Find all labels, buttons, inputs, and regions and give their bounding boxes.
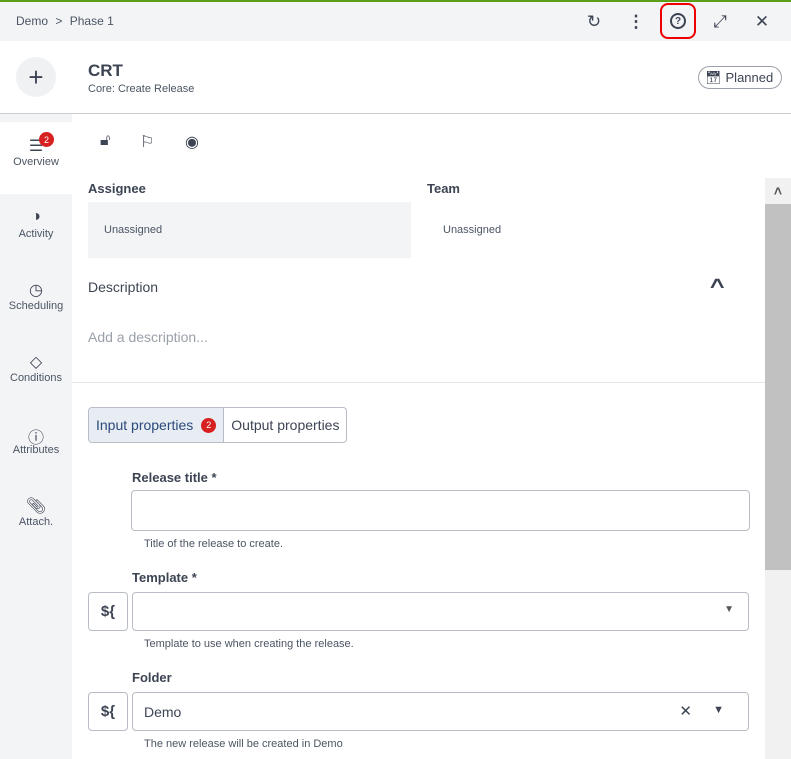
calendar-icon: 📅︎ bbox=[705, 69, 722, 85]
sidebar-item-label: Activity bbox=[18, 228, 54, 240]
folder-label: Folder bbox=[132, 670, 172, 685]
status-label: Planned bbox=[725, 70, 774, 85]
team-value: Unassigned bbox=[443, 224, 502, 236]
tab-input-properties[interactable]: Input properties 2 bbox=[89, 408, 225, 442]
tab-output-properties[interactable]: Output properties bbox=[224, 408, 346, 442]
overview-badge: 2 bbox=[39, 132, 54, 147]
template-label: Template * bbox=[132, 570, 197, 585]
sidebar-item-conditions[interactable]: ◇ Conditions bbox=[0, 338, 72, 410]
sidebar-item-attachments[interactable]: 📎︎ Attach. bbox=[0, 482, 72, 554]
sidebar-item-label: Attributes bbox=[12, 444, 60, 456]
status-badge[interactable]: 📅︎ Planned bbox=[698, 66, 783, 89]
breadcrumb-demo[interactable]: Demo bbox=[16, 14, 48, 28]
help-circle-icon[interactable]: ? bbox=[660, 3, 696, 39]
input-properties-badge: 2 bbox=[201, 417, 217, 433]
clear-icon[interactable]: ✕ bbox=[679, 702, 692, 720]
paperclip-icon: 📎︎ bbox=[25, 498, 47, 515]
sidebar: ☰ 2 Overview ◑ Activity ◷ Scheduling ◇ Condit… bbox=[0, 114, 72, 759]
sidebar-item-attributes[interactable]: ⓘ Attributes bbox=[0, 410, 72, 482]
tab-label: Input properties bbox=[96, 417, 194, 433]
clock-icon: ◷ bbox=[29, 282, 43, 299]
plus-icon[interactable]: + bbox=[16, 57, 56, 97]
template-variable-button[interactable]: ${ bbox=[88, 592, 128, 631]
template-select[interactable]: ▼ bbox=[132, 592, 749, 631]
description-label: Description bbox=[88, 279, 159, 295]
dropdown-icon[interactable]: ▼ bbox=[724, 604, 734, 615]
assignee-value: Unassigned bbox=[104, 224, 163, 236]
folder-variable-button[interactable]: ${ bbox=[88, 692, 128, 731]
chevron-up-icon[interactable]: ˄ bbox=[710, 274, 725, 295]
properties-tabs: Input properties 2 Output properties bbox=[88, 407, 348, 443]
dropdown-icon[interactable]: ▼ bbox=[713, 704, 724, 716]
tab-label: Output properties bbox=[231, 417, 340, 433]
folder-value: Demo bbox=[144, 704, 182, 720]
folder-select[interactable]: Demo ✕ ▼ bbox=[132, 692, 749, 731]
scrollbar[interactable]: ˄ bbox=[765, 178, 791, 759]
sidebar-item-scheduling[interactable]: ◷ Scheduling bbox=[0, 266, 72, 338]
description-input[interactable]: Add a description... bbox=[88, 329, 208, 345]
breadcrumb-phase[interactable]: Phase 1 bbox=[70, 14, 114, 28]
scroll-up-icon[interactable]: ˄ bbox=[765, 178, 791, 204]
sidebar-item-label: Overview bbox=[13, 156, 59, 168]
task-title: CRT bbox=[88, 61, 123, 80]
close-icon[interactable]: ✕ bbox=[748, 8, 776, 36]
release-title-label: Release title * bbox=[132, 470, 217, 485]
activity-icon: ◑ bbox=[31, 208, 41, 225]
team-label: Team bbox=[427, 181, 460, 196]
eye-icon[interactable]: ◉ bbox=[185, 132, 199, 152]
assignee-label: Assignee bbox=[88, 181, 146, 196]
breadcrumb-separator: > bbox=[55, 14, 63, 28]
expand-icon[interactable]: ⤢ bbox=[706, 8, 734, 36]
release-title-hint: Title of the release to create. bbox=[144, 538, 283, 550]
lock-icon[interactable]: 🔓︎ bbox=[100, 132, 110, 150]
list-icon: ☰ 2 bbox=[0, 132, 72, 156]
breadcrumb: Demo > Phase 1 bbox=[16, 14, 114, 28]
sidebar-item-label: Scheduling bbox=[8, 300, 64, 312]
sidebar-item-overview[interactable]: ☰ 2 Overview bbox=[0, 122, 72, 194]
scrollbar-thumb[interactable] bbox=[765, 204, 791, 570]
refresh-icon[interactable]: ↻ bbox=[580, 8, 608, 36]
diamond-icon: ◇ bbox=[29, 354, 43, 371]
task-subtitle: Core: Create Release bbox=[88, 83, 195, 95]
sidebar-item-label: Conditions bbox=[10, 372, 62, 384]
sidebar-item-activity[interactable]: ◑ Activity bbox=[0, 194, 72, 266]
sidebar-item-label: Attach. bbox=[18, 516, 54, 528]
more-vertical-icon[interactable]: ⋮ bbox=[622, 8, 650, 36]
release-title-input[interactable] bbox=[131, 490, 750, 531]
divider bbox=[72, 382, 765, 383]
info-icon: ⓘ bbox=[27, 430, 44, 447]
team-field[interactable]: Unassigned bbox=[427, 202, 750, 258]
template-hint: Template to use when creating the releas… bbox=[144, 638, 354, 650]
flag-icon[interactable]: ⚐ bbox=[140, 132, 154, 152]
folder-hint: The new release will be created in Demo bbox=[144, 738, 343, 750]
assignee-field[interactable]: Unassigned bbox=[88, 202, 411, 258]
